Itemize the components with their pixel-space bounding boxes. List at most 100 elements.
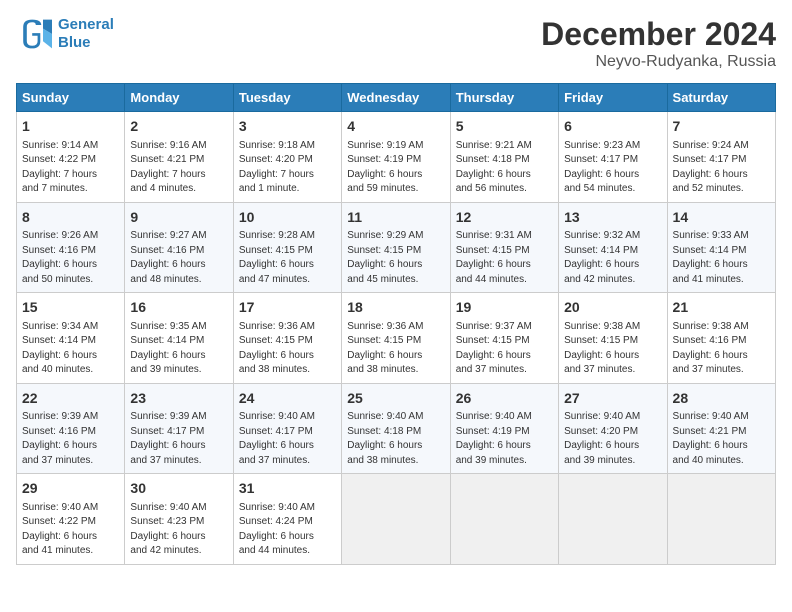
calendar-cell: 28Sunrise: 9:40 AM Sunset: 4:21 PM Dayli…: [667, 383, 775, 474]
day-info: Sunrise: 9:14 AM Sunset: 4:22 PM Dayligh…: [22, 139, 119, 197]
day-number: 20: [564, 298, 661, 318]
day-info: Sunrise: 9:39 AM Sunset: 4:17 PM Dayligh…: [130, 410, 227, 468]
calendar-cell: 21Sunrise: 9:38 AM Sunset: 4:16 PM Dayli…: [667, 293, 775, 384]
calendar-cell: 11Sunrise: 9:29 AM Sunset: 4:15 PM Dayli…: [342, 202, 450, 293]
day-number: 8: [22, 208, 119, 228]
logo-icon: [16, 16, 52, 52]
day-info: Sunrise: 9:40 AM Sunset: 4:23 PM Dayligh…: [130, 501, 227, 559]
title-block: December 2024 Neyvo-Rudyanka, Russia: [541, 16, 776, 71]
calendar-cell: 26Sunrise: 9:40 AM Sunset: 4:19 PM Dayli…: [450, 383, 558, 474]
day-number: 11: [347, 208, 444, 228]
day-info: Sunrise: 9:40 AM Sunset: 4:19 PM Dayligh…: [456, 410, 553, 468]
calendar-cell: 15Sunrise: 9:34 AM Sunset: 4:14 PM Dayli…: [17, 293, 125, 384]
calendar-cell: 29Sunrise: 9:40 AM Sunset: 4:22 PM Dayli…: [17, 474, 125, 565]
day-number: 18: [347, 298, 444, 318]
day-number: 3: [239, 117, 336, 137]
calendar-cell: 4Sunrise: 9:19 AM Sunset: 4:19 PM Daylig…: [342, 112, 450, 203]
day-number: 13: [564, 208, 661, 228]
calendar-cell: 6Sunrise: 9:23 AM Sunset: 4:17 PM Daylig…: [559, 112, 667, 203]
day-number: 29: [22, 479, 119, 499]
day-number: 26: [456, 389, 553, 409]
day-number: 17: [239, 298, 336, 318]
calendar-cell: 16Sunrise: 9:35 AM Sunset: 4:14 PM Dayli…: [125, 293, 233, 384]
calendar-table: SundayMondayTuesdayWednesdayThursdayFrid…: [16, 83, 776, 565]
day-number: 2: [130, 117, 227, 137]
day-info: Sunrise: 9:39 AM Sunset: 4:16 PM Dayligh…: [22, 410, 119, 468]
calendar-cell: 9Sunrise: 9:27 AM Sunset: 4:16 PM Daylig…: [125, 202, 233, 293]
page-title: December 2024: [541, 16, 776, 53]
header-day-thursday: Thursday: [450, 84, 558, 112]
day-number: 19: [456, 298, 553, 318]
header-day-wednesday: Wednesday: [342, 84, 450, 112]
calendar-cell: 7Sunrise: 9:24 AM Sunset: 4:17 PM Daylig…: [667, 112, 775, 203]
calendar-cell: 1Sunrise: 9:14 AM Sunset: 4:22 PM Daylig…: [17, 112, 125, 203]
calendar-cell: 12Sunrise: 9:31 AM Sunset: 4:15 PM Dayli…: [450, 202, 558, 293]
day-info: Sunrise: 9:34 AM Sunset: 4:14 PM Dayligh…: [22, 320, 119, 378]
day-number: 9: [130, 208, 227, 228]
day-info: Sunrise: 9:40 AM Sunset: 4:22 PM Dayligh…: [22, 501, 119, 559]
day-info: Sunrise: 9:29 AM Sunset: 4:15 PM Dayligh…: [347, 229, 444, 287]
day-info: Sunrise: 9:33 AM Sunset: 4:14 PM Dayligh…: [673, 229, 770, 287]
logo-line1: General: [58, 16, 114, 33]
calendar-cell: [342, 474, 450, 565]
day-info: Sunrise: 9:35 AM Sunset: 4:14 PM Dayligh…: [130, 320, 227, 378]
day-number: 30: [130, 479, 227, 499]
day-number: 28: [673, 389, 770, 409]
day-info: Sunrise: 9:36 AM Sunset: 4:15 PM Dayligh…: [239, 320, 336, 378]
day-info: Sunrise: 9:28 AM Sunset: 4:15 PM Dayligh…: [239, 229, 336, 287]
day-number: 6: [564, 117, 661, 137]
day-number: 7: [673, 117, 770, 137]
day-number: 24: [239, 389, 336, 409]
day-number: 1: [22, 117, 119, 137]
day-info: Sunrise: 9:16 AM Sunset: 4:21 PM Dayligh…: [130, 139, 227, 197]
day-number: 21: [673, 298, 770, 318]
calendar-cell: 5Sunrise: 9:21 AM Sunset: 4:18 PM Daylig…: [450, 112, 558, 203]
logo-text: General Blue: [58, 16, 114, 52]
day-info: Sunrise: 9:40 AM Sunset: 4:20 PM Dayligh…: [564, 410, 661, 468]
calendar-cell: 23Sunrise: 9:39 AM Sunset: 4:17 PM Dayli…: [125, 383, 233, 474]
day-info: Sunrise: 9:18 AM Sunset: 4:20 PM Dayligh…: [239, 139, 336, 197]
day-number: 31: [239, 479, 336, 499]
calendar-cell: 2Sunrise: 9:16 AM Sunset: 4:21 PM Daylig…: [125, 112, 233, 203]
header-day-sunday: Sunday: [17, 84, 125, 112]
day-info: Sunrise: 9:19 AM Sunset: 4:19 PM Dayligh…: [347, 139, 444, 197]
calendar-cell: 8Sunrise: 9:26 AM Sunset: 4:16 PM Daylig…: [17, 202, 125, 293]
day-info: Sunrise: 9:40 AM Sunset: 4:21 PM Dayligh…: [673, 410, 770, 468]
header-day-saturday: Saturday: [667, 84, 775, 112]
logo-line2: Blue: [58, 34, 91, 51]
day-info: Sunrise: 9:31 AM Sunset: 4:15 PM Dayligh…: [456, 229, 553, 287]
header-row: SundayMondayTuesdayWednesdayThursdayFrid…: [17, 84, 776, 112]
day-info: Sunrise: 9:26 AM Sunset: 4:16 PM Dayligh…: [22, 229, 119, 287]
day-info: Sunrise: 9:40 AM Sunset: 4:18 PM Dayligh…: [347, 410, 444, 468]
week-row-1: 1Sunrise: 9:14 AM Sunset: 4:22 PM Daylig…: [17, 112, 776, 203]
day-info: Sunrise: 9:27 AM Sunset: 4:16 PM Dayligh…: [130, 229, 227, 287]
week-row-2: 8Sunrise: 9:26 AM Sunset: 4:16 PM Daylig…: [17, 202, 776, 293]
day-info: Sunrise: 9:32 AM Sunset: 4:14 PM Dayligh…: [564, 229, 661, 287]
calendar-cell: 3Sunrise: 9:18 AM Sunset: 4:20 PM Daylig…: [233, 112, 341, 203]
day-number: 16: [130, 298, 227, 318]
calendar-cell: 25Sunrise: 9:40 AM Sunset: 4:18 PM Dayli…: [342, 383, 450, 474]
calendar-cell: 10Sunrise: 9:28 AM Sunset: 4:15 PM Dayli…: [233, 202, 341, 293]
page-header: General Blue December 2024 Neyvo-Rudyank…: [16, 16, 776, 71]
day-number: 14: [673, 208, 770, 228]
day-number: 27: [564, 389, 661, 409]
calendar-cell: [667, 474, 775, 565]
header-day-monday: Monday: [125, 84, 233, 112]
calendar-cell: [450, 474, 558, 565]
week-row-4: 22Sunrise: 9:39 AM Sunset: 4:16 PM Dayli…: [17, 383, 776, 474]
day-info: Sunrise: 9:38 AM Sunset: 4:16 PM Dayligh…: [673, 320, 770, 378]
day-info: Sunrise: 9:24 AM Sunset: 4:17 PM Dayligh…: [673, 139, 770, 197]
calendar-cell: 30Sunrise: 9:40 AM Sunset: 4:23 PM Dayli…: [125, 474, 233, 565]
day-info: Sunrise: 9:40 AM Sunset: 4:17 PM Dayligh…: [239, 410, 336, 468]
calendar-cell: 14Sunrise: 9:33 AM Sunset: 4:14 PM Dayli…: [667, 202, 775, 293]
day-info: Sunrise: 9:36 AM Sunset: 4:15 PM Dayligh…: [347, 320, 444, 378]
calendar-cell: 22Sunrise: 9:39 AM Sunset: 4:16 PM Dayli…: [17, 383, 125, 474]
day-number: 12: [456, 208, 553, 228]
calendar-cell: 31Sunrise: 9:40 AM Sunset: 4:24 PM Dayli…: [233, 474, 341, 565]
day-number: 22: [22, 389, 119, 409]
day-number: 5: [456, 117, 553, 137]
week-row-3: 15Sunrise: 9:34 AM Sunset: 4:14 PM Dayli…: [17, 293, 776, 384]
logo: General Blue: [16, 16, 114, 52]
day-info: Sunrise: 9:38 AM Sunset: 4:15 PM Dayligh…: [564, 320, 661, 378]
week-row-5: 29Sunrise: 9:40 AM Sunset: 4:22 PM Dayli…: [17, 474, 776, 565]
